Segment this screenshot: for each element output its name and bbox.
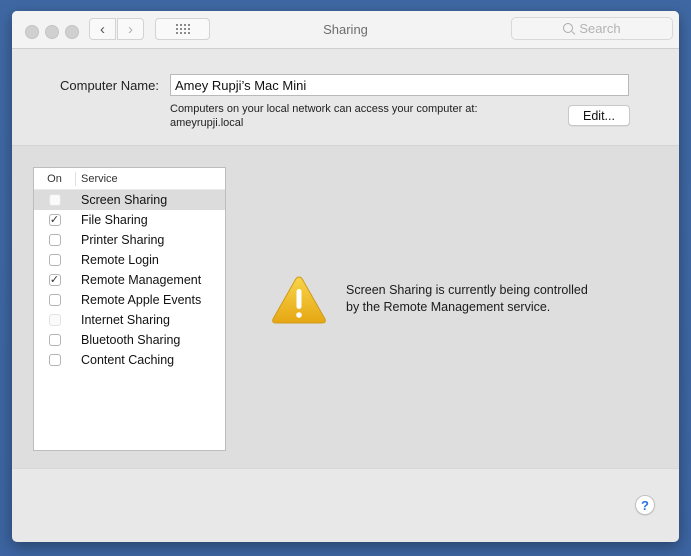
checkbox-cell [34, 254, 75, 266]
help-button[interactable]: ? [635, 495, 655, 515]
service-name: Printer Sharing [81, 233, 165, 247]
warning-icon [272, 276, 326, 324]
checkmark-icon: ✓ [49, 273, 60, 286]
service-row[interactable]: Internet Sharing [34, 310, 225, 330]
service-checkbox [48, 194, 61, 206]
service-name: Bluetooth Sharing [81, 333, 181, 347]
edit-button[interactable]: Edit... [568, 105, 630, 126]
service-checkbox[interactable] [48, 254, 61, 266]
status-message-line-1: Screen Sharing is currently being contro… [346, 283, 588, 297]
service-name: File Sharing [81, 213, 148, 227]
checkbox-cell [34, 194, 75, 206]
service-checkbox[interactable] [48, 354, 61, 366]
service-row[interactable]: Remote Apple Events [34, 290, 225, 310]
checkbox-cell [34, 314, 75, 326]
service-name: Remote Login [81, 253, 159, 267]
service-row[interactable]: Screen Sharing [34, 190, 225, 210]
service-checkbox[interactable] [48, 294, 61, 306]
checkbox-cell [34, 334, 75, 346]
column-header-service[interactable]: Service [76, 173, 118, 185]
service-row[interactable]: ✓ Remote Management [34, 270, 225, 290]
checkbox-cell [34, 294, 75, 306]
checkbox-cell: ✓ [34, 214, 75, 226]
service-row[interactable]: Bluetooth Sharing [34, 330, 225, 350]
service-row[interactable]: Printer Sharing [34, 230, 225, 250]
title-bar: ‹ › Sharing Search [12, 11, 679, 49]
computer-name-label: Computer Name: [60, 78, 159, 93]
search-placeholder: Search [579, 21, 621, 36]
question-mark-icon: ? [641, 497, 649, 513]
service-list: Screen Sharing ✓ File Sharing Printer Shari… [34, 190, 225, 370]
service-checkbox [48, 314, 61, 326]
service-name: Internet Sharing [81, 313, 170, 327]
service-checkbox[interactable]: ✓ [48, 273, 61, 286]
computer-address-info: Computers on your local network can acce… [170, 102, 478, 130]
computer-name-input[interactable] [170, 74, 629, 96]
service-row[interactable]: ✓ File Sharing [34, 210, 225, 230]
service-name: Content Caching [81, 353, 175, 367]
status-message-line-2: by the Remote Management service. [346, 300, 551, 314]
service-checkbox[interactable] [48, 334, 61, 346]
services-table: On Service Screen Sharing ✓ File Sharing Pr… [33, 167, 226, 451]
service-checkbox[interactable]: ✓ [48, 213, 61, 226]
service-name: Screen Sharing [81, 193, 168, 207]
service-name: Remote Management [81, 273, 202, 287]
address-info-text: Computers on your local network can acce… [170, 103, 478, 115]
search-field[interactable]: Search [511, 17, 673, 40]
service-name: Remote Apple Events [81, 293, 202, 307]
checkmark-icon: ✓ [49, 213, 60, 226]
service-row[interactable]: Remote Login [34, 250, 225, 270]
search-icon [563, 22, 575, 35]
table-header: On Service [34, 168, 225, 190]
status-message: Screen Sharing is currently being contro… [346, 282, 588, 316]
sharing-window: ‹ › Sharing Search Computer Name: Comput… [12, 11, 679, 542]
service-row[interactable]: Content Caching [34, 350, 225, 370]
checkbox-cell: ✓ [34, 274, 75, 286]
checkbox-cell [34, 234, 75, 246]
service-checkbox[interactable] [48, 234, 61, 246]
checkbox-cell [34, 354, 75, 366]
local-hostname: ameyrupji.local [170, 117, 244, 129]
column-header-on[interactable]: On [34, 171, 76, 186]
